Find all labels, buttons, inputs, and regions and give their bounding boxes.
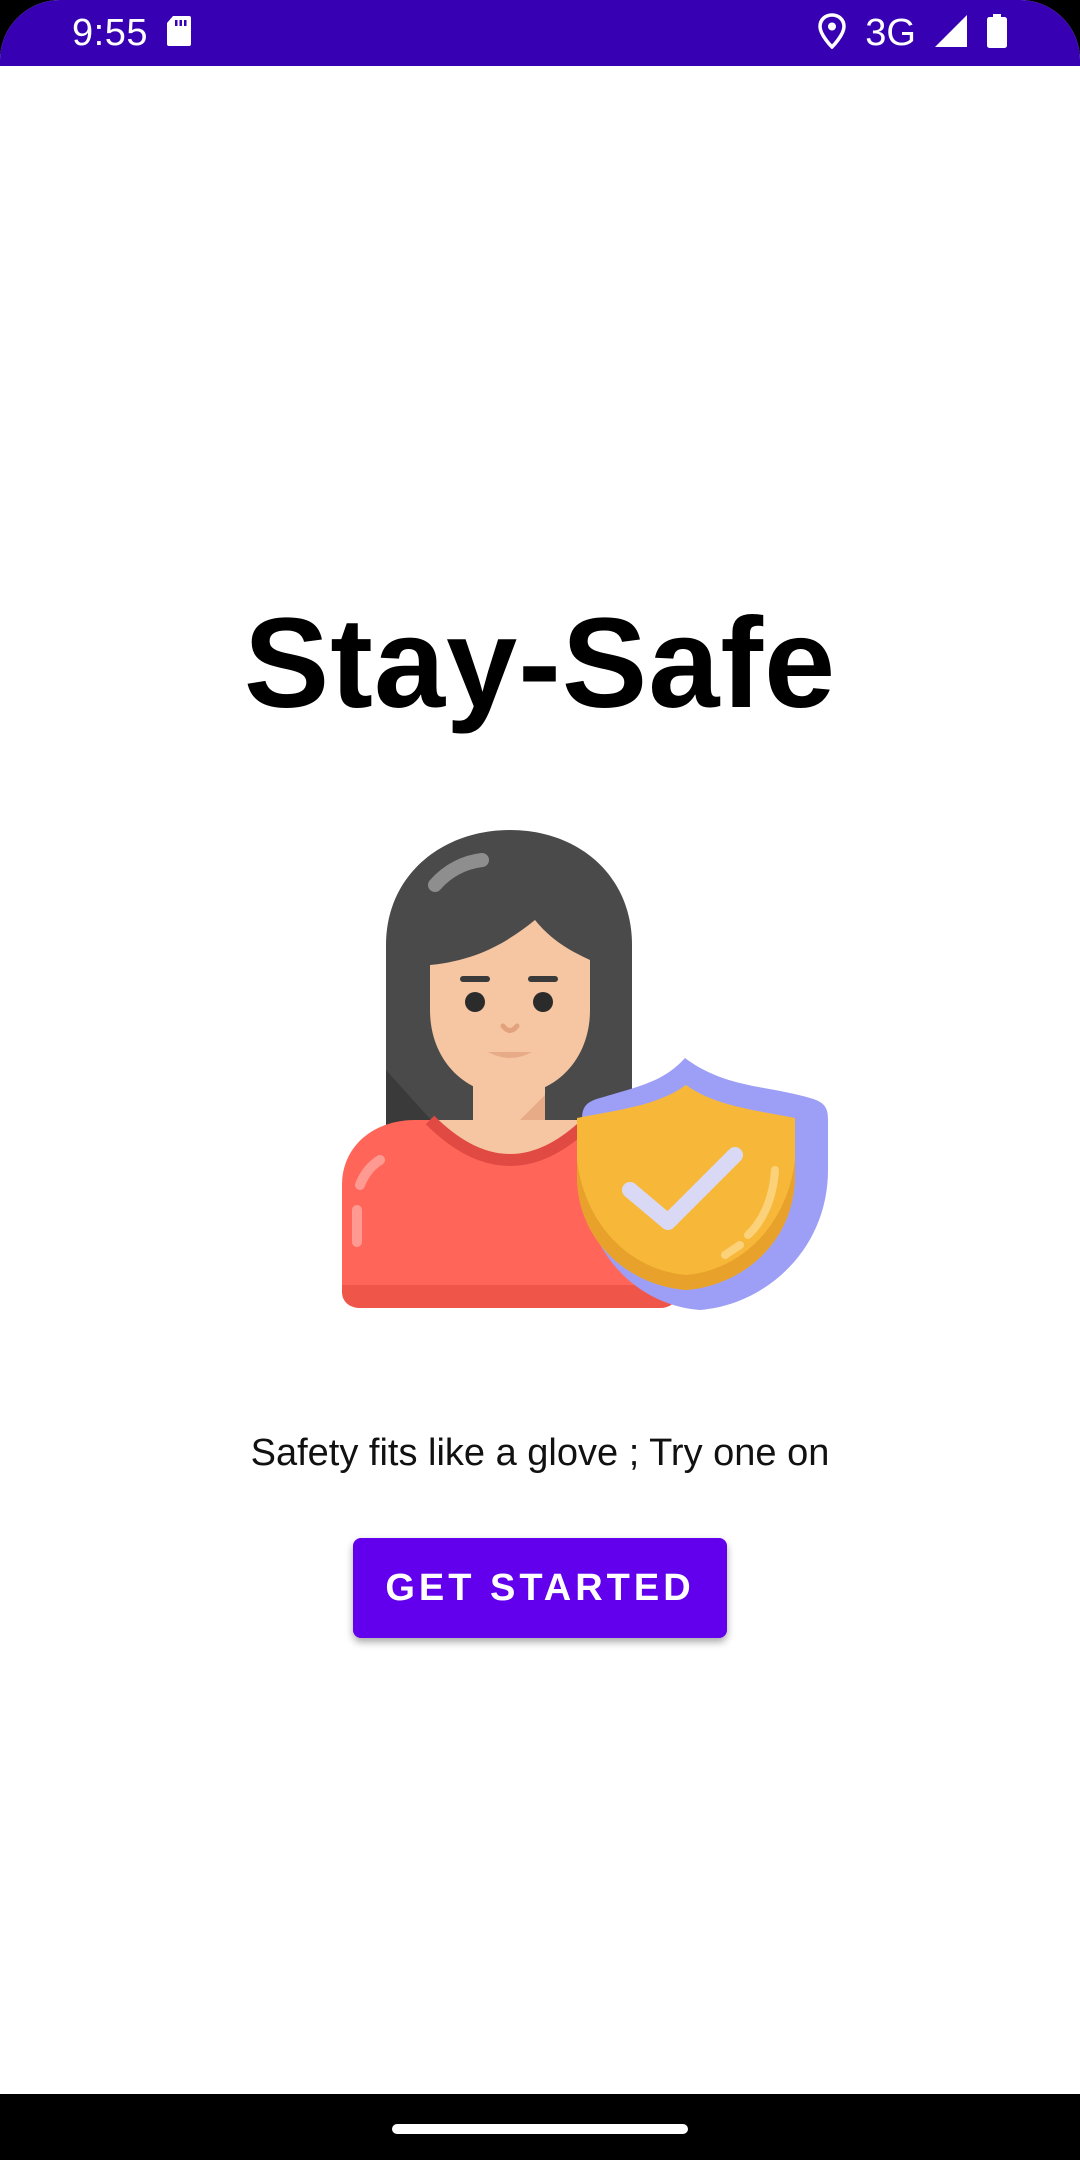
status-right: 3G xyxy=(817,12,1008,55)
app-screen: 9:55 3G Stay-Safe Safety fits like a glo… xyxy=(0,0,1080,2160)
network-type: 3G xyxy=(865,11,916,54)
sd-card-icon xyxy=(166,15,192,52)
woman-with-shield-icon xyxy=(330,830,830,1330)
status-time: 9:55 xyxy=(72,11,148,54)
signal-icon xyxy=(934,14,968,53)
status-bar: 9:55 3G xyxy=(0,0,1080,66)
status-left: 9:55 xyxy=(72,12,192,55)
location-pin-icon xyxy=(817,12,847,54)
tagline: Safety fits like a glove ; Try one on xyxy=(250,1432,830,1474)
get-started-button[interactable]: GET STARTED xyxy=(353,1538,727,1638)
home-handle[interactable] xyxy=(392,2124,688,2134)
battery-icon xyxy=(986,13,1008,54)
app-title: Stay-Safe xyxy=(243,592,837,735)
